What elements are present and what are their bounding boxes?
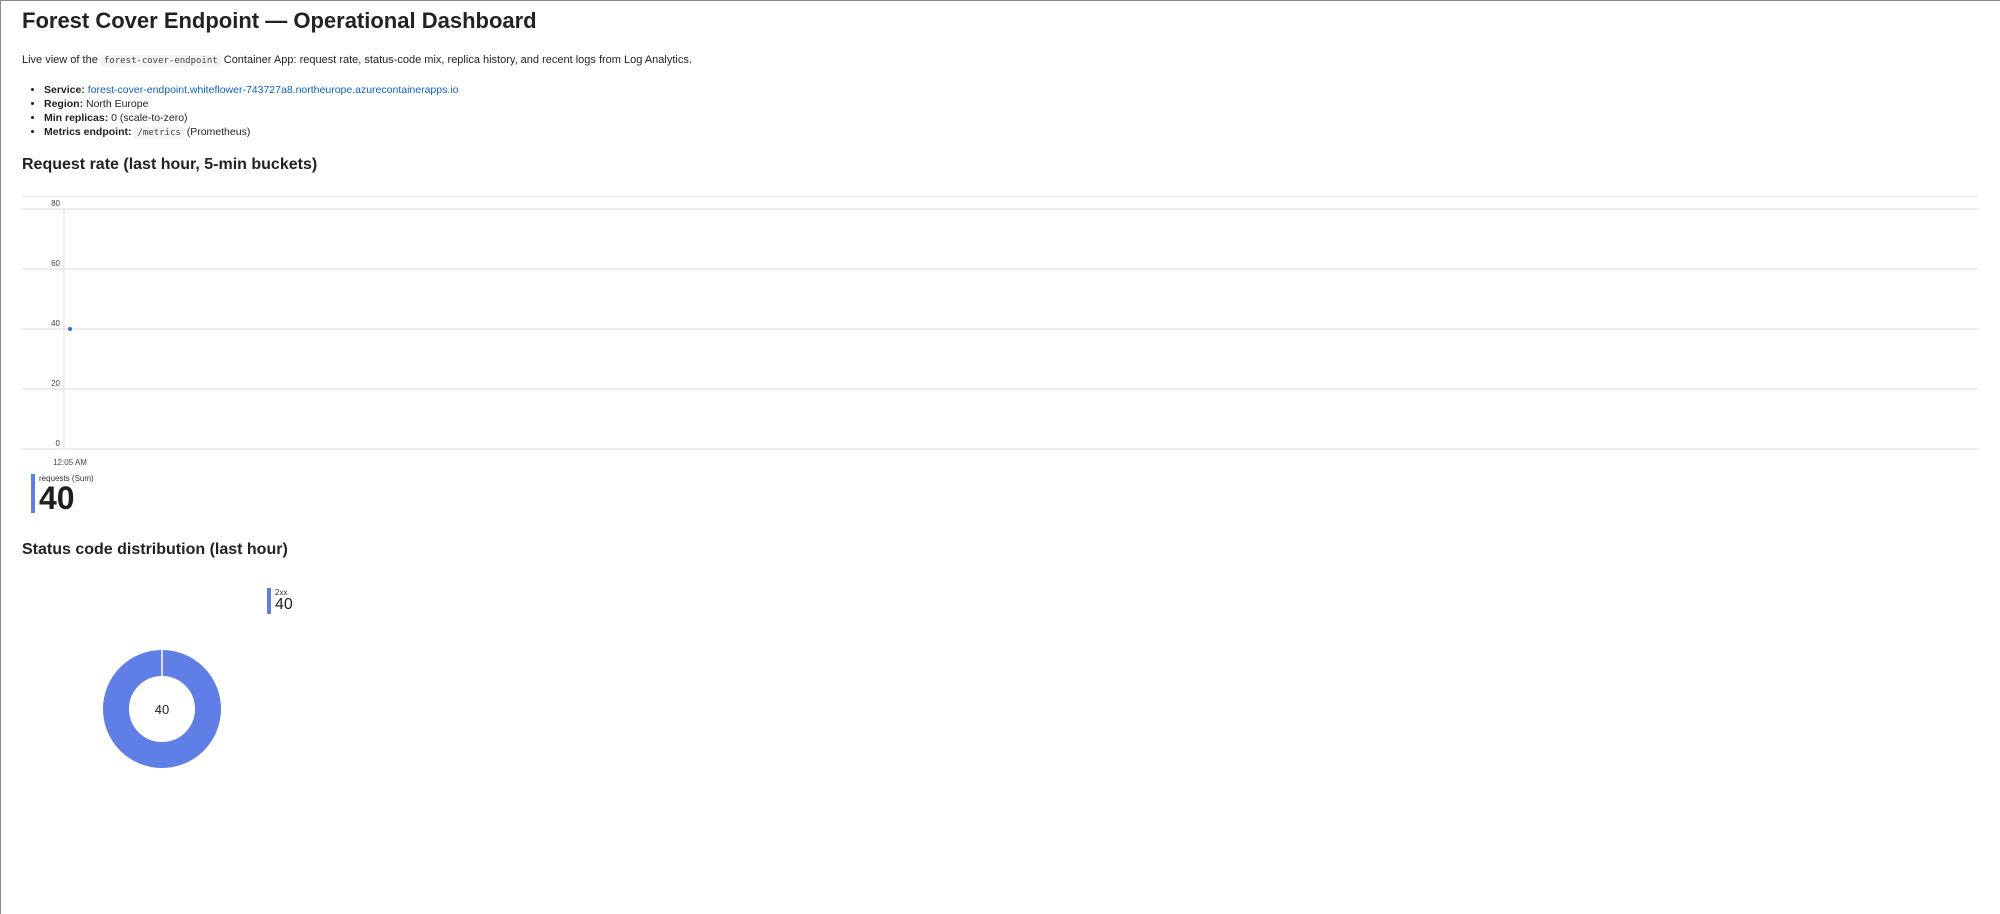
status-code-heading: Status code distribution (last hour) bbox=[22, 541, 288, 558]
intro-text: Live view of the forest-cover-endpoint C… bbox=[22, 54, 692, 67]
metrics-path: /metrics bbox=[134, 127, 184, 139]
details-list: Service: forest-cover-endpoint.whiteflow… bbox=[44, 83, 458, 140]
requests-sum-tile: requests (Sum) 40 bbox=[31, 474, 94, 516]
requests-sum-value: 40 bbox=[39, 480, 75, 516]
y-tick-label: 40 bbox=[51, 319, 60, 328]
y-tick-label: 60 bbox=[51, 259, 60, 268]
region-value: North Europe bbox=[86, 98, 149, 110]
status-2xx-value: 40 bbox=[275, 596, 293, 613]
intro-suffix: Container App: request rate, status-code… bbox=[223, 54, 692, 66]
data-point bbox=[68, 327, 72, 331]
service-link[interactable]: forest-cover-endpoint.whiteflower-743727… bbox=[88, 84, 459, 96]
replicas-value: 0 (scale-to-zero) bbox=[111, 112, 188, 124]
status-code-donut-chart[interactable]: 40 bbox=[82, 629, 242, 789]
page-title: Forest Cover Endpoint — Operational Dash… bbox=[22, 8, 537, 33]
replicas-item: Min replicas: 0 (scale-to-zero) bbox=[44, 111, 458, 125]
region-item: Region: North Europe bbox=[44, 97, 458, 111]
y-tick-label: 0 bbox=[56, 439, 61, 448]
service-label: Service: bbox=[44, 84, 85, 96]
status-2xx-legend: 2xx 40 bbox=[267, 588, 293, 614]
intro-prefix: Live view of the bbox=[22, 54, 98, 66]
request-rate-chart[interactable]: 0 20 40 60 80 12:05 AM bbox=[22, 197, 1978, 467]
y-tick-label: 80 bbox=[51, 199, 60, 208]
request-rate-heading: Request rate (last hour, 5-min buckets) bbox=[22, 156, 318, 173]
x-tick-label: 12:05 AM bbox=[53, 458, 87, 467]
metrics-label: Metrics endpoint: bbox=[44, 126, 132, 138]
metrics-item: Metrics endpoint: /metrics (Prometheus) bbox=[44, 125, 458, 140]
y-tick-label: 20 bbox=[51, 379, 60, 388]
service-item: Service: forest-cover-endpoint.whiteflow… bbox=[44, 83, 458, 97]
metrics-suffix: (Prometheus) bbox=[186, 126, 251, 138]
region-label: Region: bbox=[44, 98, 84, 110]
donut-center-value: 40 bbox=[155, 702, 169, 717]
intro-app-name: forest-cover-endpoint bbox=[100, 55, 221, 67]
replicas-label: Min replicas: bbox=[44, 112, 109, 124]
